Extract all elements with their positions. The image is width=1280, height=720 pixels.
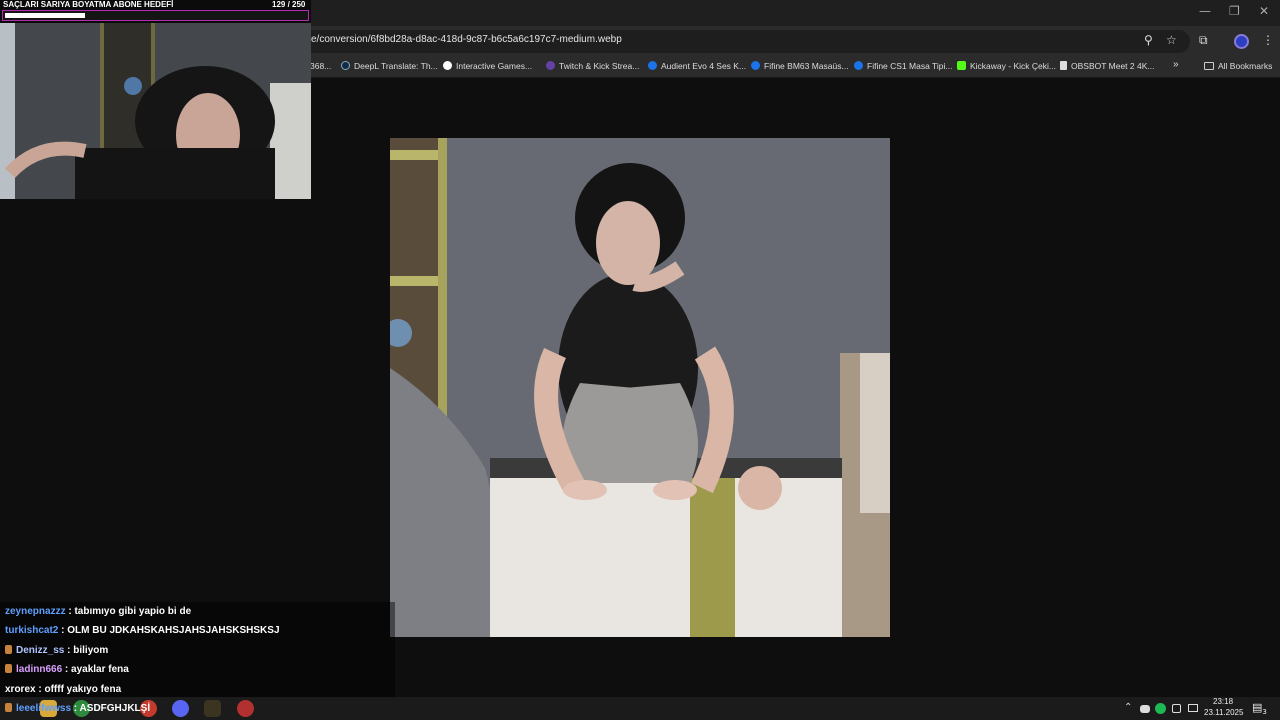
bookmark-star-icon[interactable]: ☆: [1166, 33, 1177, 47]
bookmark-item[interactable]: Fifine CS1 Masa Tipi...: [854, 61, 953, 71]
subscriber-badge-icon: [5, 645, 12, 654]
bookmark-item[interactable]: Audient Evo 4 Ses K...: [648, 61, 746, 71]
restore-icon[interactable]: ❐: [1229, 4, 1240, 18]
bookmarks-overflow-icon[interactable]: »: [1173, 59, 1179, 70]
bookmark-item[interactable]: 368...: [310, 61, 331, 71]
app-icon[interactable]: [204, 700, 221, 717]
viewed-photo: [390, 138, 890, 637]
spotify-tray-icon[interactable]: [1155, 703, 1166, 714]
chat-username: zeynepnazzz: [5, 606, 66, 617]
bookmark-item[interactable]: Twitch & Kick Strea...: [546, 61, 639, 71]
record-icon[interactable]: [237, 700, 254, 717]
chat-message: xrorex : offff yakıyo fena: [5, 684, 121, 695]
chat-text: : ayaklar fena: [62, 664, 129, 675]
goal-count: 129 / 250: [272, 0, 306, 9]
bookmark-item[interactable]: OBSBOT Meet 2 4K...: [1060, 61, 1154, 71]
chat-text: : OLM BU JDKAHSKAHSJAHSJAHSKSHSKSJ: [58, 625, 280, 636]
chat-text: : biliyom: [64, 645, 109, 656]
taskbar: ⌃ 23:18 23.11.2025 ▤3: [0, 697, 1280, 720]
chat-username: ladinn666: [16, 664, 63, 675]
webcam-illustration: [0, 23, 311, 199]
photo-illustration: [390, 138, 890, 637]
goal-title: SAÇLARI SARIYA BOYATMA ABONE HEDEFİ: [3, 0, 174, 9]
chat-username: Denizz_ss: [16, 645, 65, 656]
chat-username: turkishcat2: [5, 625, 59, 636]
chat-message: zeynepnazzz : tabımıyo gibi yapio bi de: [5, 606, 191, 617]
minimize-icon[interactable]: —: [1199, 4, 1211, 18]
tray-overflow-icon[interactable]: ⌃: [1124, 702, 1132, 713]
check-badge-icon: [648, 61, 657, 70]
twitch-icon: [546, 61, 555, 70]
goal-progress-fill: [5, 13, 85, 18]
folder-icon: [1204, 62, 1214, 70]
chat-message: turkishcat2 : OLM BU JDKAHSKAHSJAHSJAHSK…: [5, 625, 280, 636]
address-url[interactable]: e/conversion/6f8bd28a-d8ac-418d-9c87-b6c…: [311, 34, 622, 45]
chat-message: leeelifwwss : ASDFGHJKLŞİ: [5, 703, 150, 714]
bookmark-item[interactable]: Kickaway - Kick Çeki...: [957, 61, 1056, 71]
bookmark-item[interactable]: DeepL Translate: Th...: [341, 61, 438, 71]
chat-text: : tabımıyo gibi yapio bi de: [65, 606, 192, 617]
discord-icon[interactable]: [172, 700, 189, 717]
speaker-icon[interactable]: [1172, 704, 1181, 713]
discord-tray-icon[interactable]: [1140, 705, 1150, 713]
bookmark-item[interactable]: Fifine BM63 Masaüs...: [751, 61, 849, 71]
profile-avatar[interactable]: [1234, 34, 1249, 49]
chat-message: Denizz_ss : biliyom: [5, 645, 108, 656]
notification-count: 3: [1262, 708, 1267, 717]
deepl-icon: [341, 61, 350, 70]
bookmark-item[interactable]: Interactive Games...: [443, 61, 532, 71]
chat-username: xrorex: [5, 684, 36, 695]
extensions-icon[interactable]: ⧉: [1199, 33, 1208, 48]
clock-time[interactable]: 23:18: [1213, 697, 1233, 706]
notifications-icon[interactable]: ▤3: [1252, 701, 1267, 716]
clock-date[interactable]: 23.11.2025: [1204, 708, 1243, 717]
zoom-icon[interactable]: ⚲: [1144, 33, 1153, 47]
check-badge-icon: [854, 61, 863, 70]
all-bookmarks[interactable]: All Bookmarks: [1204, 61, 1272, 71]
chat-text: : offff yakıyo fena: [35, 684, 122, 695]
subscriber-badge-icon: [5, 703, 12, 712]
page-icon: [443, 61, 452, 70]
network-icon[interactable]: [1188, 704, 1198, 712]
screen: ✕ + — ❐ ✕ e/conversion/6f8bd28a-d8ac-418…: [0, 0, 1280, 720]
kick-icon: [957, 61, 966, 70]
chat-username: leeelifwwss: [16, 703, 72, 714]
chat-text: : ASDFGHJKLŞİ: [71, 703, 151, 714]
webcam-overlay: [0, 23, 311, 199]
menu-icon[interactable]: ⋮: [1262, 33, 1274, 47]
check-badge-icon: [751, 61, 760, 70]
subscriber-goal: SAÇLARI SARIYA BOYATMA ABONE HEDEFİ 129 …: [0, 0, 311, 23]
chat-message: ladinn666 : ayaklar fena: [5, 664, 129, 675]
goal-progress-bar: [2, 10, 309, 21]
subscriber-badge-icon: [5, 664, 12, 673]
obsbot-icon: [1060, 61, 1067, 70]
close-window-icon[interactable]: ✕: [1259, 4, 1269, 18]
